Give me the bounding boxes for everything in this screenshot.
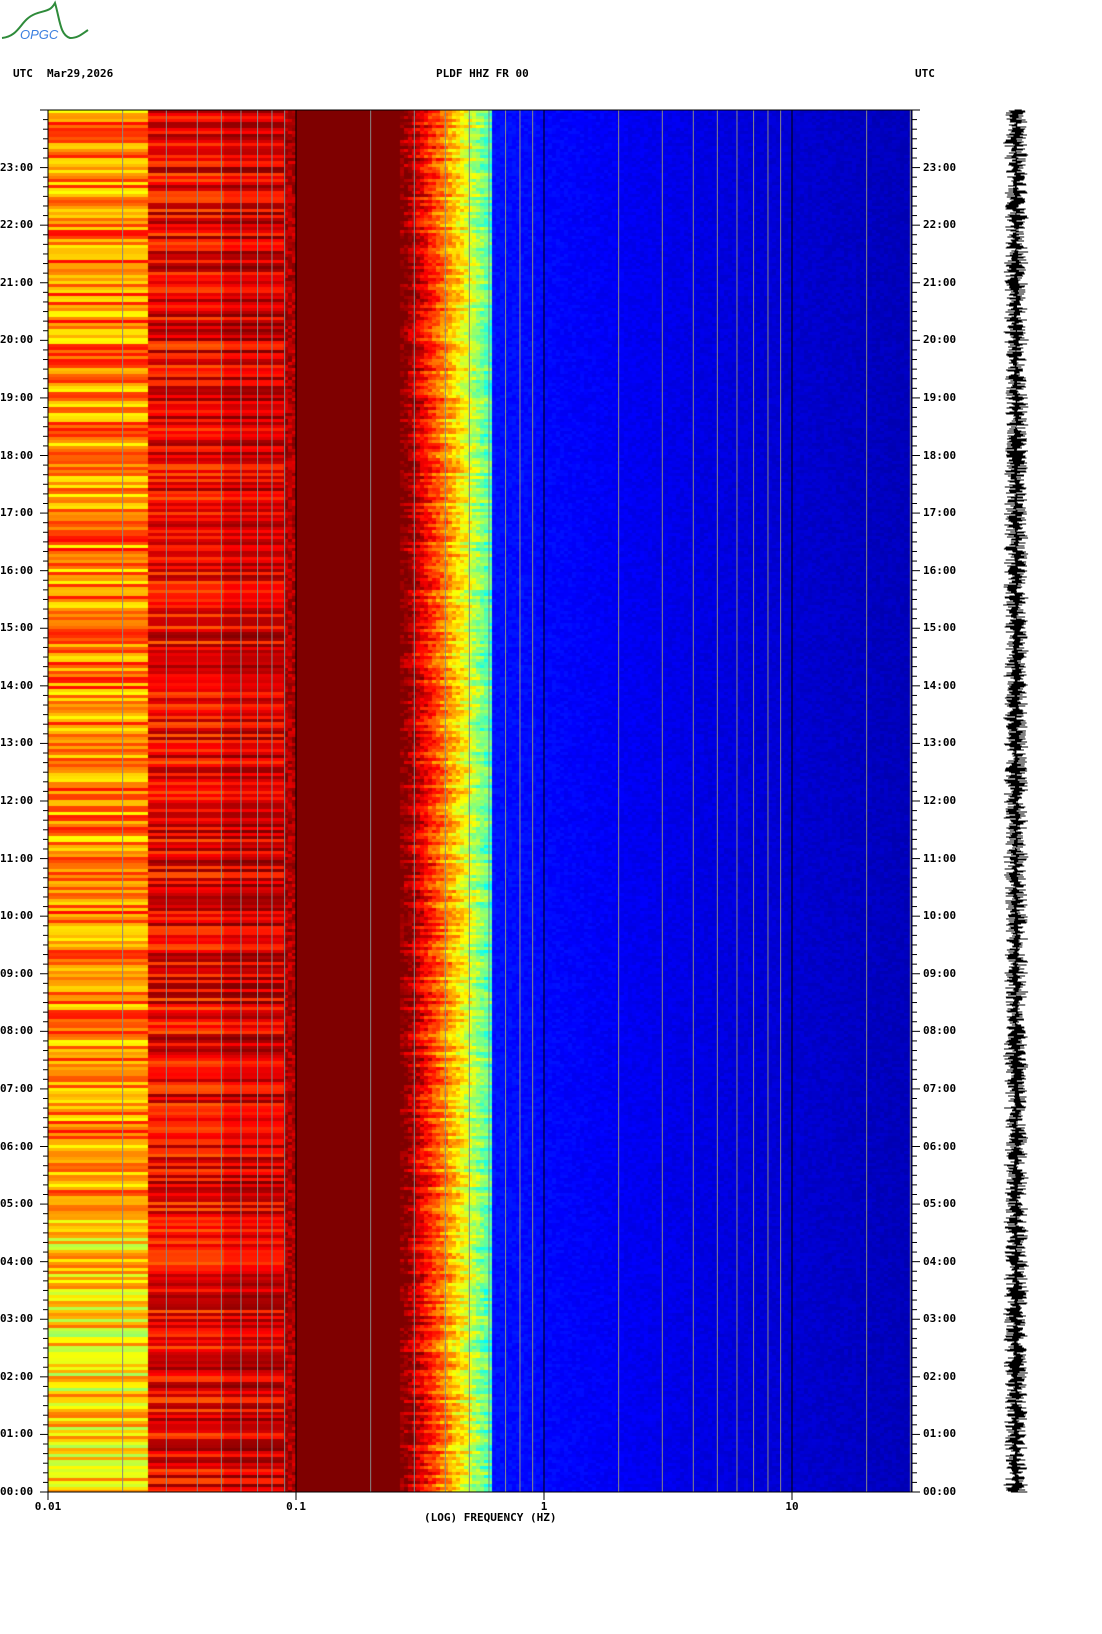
y-tick-label-left: 13:00	[0, 736, 34, 750]
y-tick-label-left: 18:00	[0, 448, 34, 462]
y-tick-label-right: 17:00	[923, 506, 957, 520]
y-tick-label-left: 04:00	[0, 1254, 34, 1268]
y-tick-label-right: 09:00	[923, 966, 957, 980]
y-tick-label-right: 10:00	[923, 909, 957, 923]
y-tick-label-left: 17:00	[0, 506, 34, 520]
y-tick-label-right: 11:00	[923, 851, 957, 865]
y-tick-label-left: 12:00	[0, 794, 34, 807]
y-tick-label-left: 11:00	[0, 851, 34, 865]
y-tick-label-left: 01:00	[0, 1427, 34, 1441]
y-tick-label-right: 18:00	[923, 448, 957, 462]
y-tick-label-right: 01:00	[923, 1427, 957, 1441]
y-tick-label-left: 23:00	[0, 160, 34, 174]
y-tick-label-right: 15:00	[923, 621, 957, 635]
y-tick-label-right: 20:00	[923, 333, 957, 347]
y-tick-label-left: 09:00	[0, 966, 34, 980]
y-tick-label-left: 00:00	[0, 1485, 34, 1498]
axes	[40, 109, 1029, 1500]
y-tick-label-right: 23:00	[923, 160, 957, 174]
y-tick-label-right: 07:00	[923, 1081, 957, 1095]
y-tick-label-left: 03:00	[0, 1312, 34, 1326]
y-tick-label-left: 15:00	[0, 621, 34, 635]
y-tick-label-right: 19:00	[923, 390, 957, 404]
y-tick-label-right: 13:00	[923, 736, 957, 750]
seismogram-trace	[1003, 109, 1029, 1493]
y-tick-label-right: 21:00	[923, 275, 957, 289]
y-tick-label-left: 19:00	[0, 390, 34, 404]
y-tick-label-right: 00:00	[923, 1485, 957, 1498]
y-tick-label-right: 12:00	[923, 794, 957, 807]
y-tick-label-left: 20:00	[0, 333, 34, 347]
y-tick-label-left: 02:00	[0, 1369, 34, 1383]
y-tick-label-right: 05:00	[923, 1197, 957, 1211]
y-tick-label-right: 04:00	[923, 1254, 957, 1268]
y-tick-label-left: 08:00	[0, 1024, 34, 1038]
y-tick-label-right: 03:00	[923, 1312, 957, 1326]
y-tick-label-right: 06:00	[923, 1139, 957, 1153]
x-tick-label: 0.01	[34, 1500, 62, 1513]
y-tick-label-left: 21:00	[0, 275, 34, 289]
y-tick-label-right: 14:00	[923, 678, 957, 692]
y-tick-label-left: 14:00	[0, 678, 34, 692]
x-axis-label: (LOG) FREQUENCY (HZ)	[424, 1511, 557, 1524]
x-tick-label: 10	[785, 1500, 799, 1513]
y-tick-label-left: 16:00	[0, 563, 34, 577]
y-tick-label-right: 22:00	[923, 218, 957, 232]
y-tick-label-left: 10:00	[0, 909, 34, 923]
y-tick-label-left: 05:00	[0, 1197, 34, 1211]
y-tick-label-right: 02:00	[923, 1369, 957, 1383]
y-tick-label-right: 08:00	[923, 1024, 957, 1038]
plot-frame	[47, 109, 913, 1493]
x-tick-label: 0.1	[286, 1500, 306, 1513]
y-tick-label-left: 07:00	[0, 1081, 34, 1095]
y-tick-label-left: 22:00	[0, 218, 34, 232]
y-tick-label-right: 16:00	[923, 563, 957, 577]
y-tick-label-left: 06:00	[0, 1139, 34, 1153]
